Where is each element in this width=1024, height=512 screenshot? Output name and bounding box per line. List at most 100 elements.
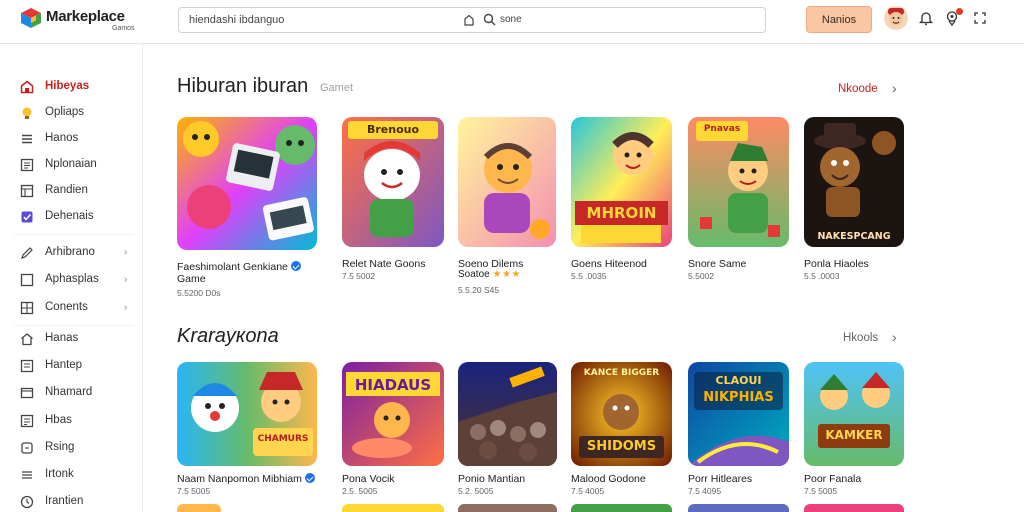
- game-thumbnail[interactable]: [177, 117, 317, 250]
- game-meta: 2.5. 5005: [342, 486, 378, 496]
- sidebar-item-list[interactable]: Nplonaian: [0, 154, 142, 176]
- game-thumbnail[interactable]: CLAOUI NIKPHIAS: [688, 362, 789, 466]
- game-title[interactable]: Porr Hitleares: [688, 473, 752, 485]
- sidebar-item-tag[interactable]: Rsing: [0, 437, 142, 459]
- check-icon: [21, 211, 33, 223]
- game-title[interactable]: Ponio Mantian: [458, 473, 525, 485]
- game-card[interactable]: Pnavas Snore Same 5.5002: [688, 117, 789, 297]
- game-card-peek[interactable]: [177, 504, 221, 512]
- game-card[interactable]: Soeno Dilems Soatoe ★★★ 5.5.20 S45: [458, 117, 556, 297]
- thumb-label: NIKPHIAS: [703, 390, 774, 405]
- sidebar-item-grid[interactable]: Randien: [0, 180, 142, 202]
- thumb-label: Brenouo: [366, 123, 420, 136]
- avatar[interactable]: [884, 6, 908, 30]
- game-card-peek[interactable]: [342, 504, 444, 512]
- menu-icon: [22, 471, 32, 479]
- sidebar-item-menu-2[interactable]: Irtonk: [0, 464, 142, 486]
- notification-badge: [956, 8, 963, 15]
- primary-button[interactable]: Nanios: [806, 6, 872, 33]
- game-title[interactable]: Malood Godone: [571, 473, 646, 485]
- sidebar-item-ideas[interactable]: Opliaps: [0, 102, 142, 124]
- search-scope[interactable]: sone: [500, 14, 522, 25]
- chevron-right-icon[interactable]: ›: [892, 329, 897, 345]
- game-title[interactable]: Pona Vocik: [342, 473, 395, 485]
- search-icon[interactable]: [483, 13, 496, 26]
- list-icon: [20, 414, 34, 428]
- game-art: [804, 117, 904, 247]
- game-meta: 5.5 .0003: [804, 271, 840, 281]
- sidebar-item-list-2[interactable]: Hantep: [0, 355, 142, 377]
- game-thumbnail[interactable]: KANCE BIGGER SHIDOMS: [571, 362, 672, 466]
- square-icon: [20, 273, 34, 287]
- sidebar-item-square[interactable]: Aphasplas ›: [0, 269, 142, 291]
- game-title[interactable]: Ponla Hiaoles: [804, 258, 869, 270]
- game-meta: 5.5.20 S45: [458, 285, 500, 295]
- section-more-link[interactable]: Hkools: [843, 332, 878, 344]
- game-card[interactable]: CLAOUI NIKPHIAS Porr Hitleares 7.5 4095: [688, 362, 789, 512]
- game-card-peek[interactable]: [571, 504, 672, 512]
- game-title-line2: Game: [177, 273, 206, 285]
- brand-name[interactable]: Markeplace: [46, 8, 125, 25]
- game-thumbnail[interactable]: NAKESPCANG: [804, 117, 904, 247]
- game-card-peek[interactable]: [804, 504, 904, 512]
- game-subtitle-text: Soatoe: [458, 269, 490, 280]
- sidebar-item-label: Dehenais: [45, 210, 94, 222]
- sidebar-item-menu[interactable]: Hanos: [0, 128, 142, 150]
- game-card-peek[interactable]: [688, 504, 789, 512]
- game-card[interactable]: CHAMURS Naam Nanpomon Mibhiam 7.5 5005: [177, 362, 317, 512]
- game-thumbnail[interactable]: KAMKER: [804, 362, 904, 466]
- game-thumbnail[interactable]: Pnavas: [688, 117, 789, 247]
- sidebar-item-home-2[interactable]: Hanas: [0, 328, 142, 350]
- section-more-link[interactable]: Nkoode: [838, 83, 878, 95]
- game-card[interactable]: HIADAUS Pona Vocik 2.5. 5005: [342, 362, 444, 512]
- game-card[interactable]: KANCE BIGGER SHIDOMS Malood Godone 7.5 4…: [571, 362, 672, 512]
- game-card[interactable]: Faeshimolant Genkiane Game 5.5200 D0s: [177, 117, 317, 298]
- section-title: Krarayкona: [177, 325, 279, 347]
- game-title[interactable]: Naam Nanpomon Mibhiam: [177, 473, 315, 485]
- sidebar-item-edit[interactable]: Arhibrano ›: [0, 242, 142, 264]
- avatar-face-icon: [888, 8, 904, 26]
- game-title[interactable]: Poor Fanala: [804, 473, 861, 485]
- game-title-text: Naam Nanpomon Mibhiam: [177, 473, 302, 485]
- game-card-peek[interactable]: [458, 504, 557, 512]
- game-card[interactable]: KAMKER Poor Fanala 7.5 5005: [804, 362, 904, 512]
- sidebar-item-clock[interactable]: Irantien: [0, 491, 142, 512]
- thumb-label: HIADAUS: [354, 376, 432, 394]
- game-thumbnail[interactable]: MHROIN: [571, 117, 672, 247]
- sidebar-item-window[interactable]: Nhamard: [0, 382, 142, 404]
- expand-icon[interactable]: [972, 10, 988, 26]
- verified-badge-icon: [290, 261, 301, 271]
- sidebar-item-label: Hantep: [45, 359, 83, 371]
- game-title[interactable]: Snore Same: [688, 258, 746, 270]
- game-title[interactable]: Relet Nate Goons: [342, 258, 425, 270]
- search-input[interactable]: hiendashi ibdanguo: [189, 14, 284, 26]
- game-title[interactable]: Goens Hiteenod: [571, 258, 647, 270]
- game-card[interactable]: Ponio Mantian 5.2. 5005: [458, 362, 557, 512]
- list-icon: [20, 359, 34, 373]
- chevron-right-icon: ›: [124, 302, 128, 313]
- game-title[interactable]: Faeshimolant Genkiane: [177, 261, 301, 273]
- marketplace-logo-icon[interactable]: [20, 7, 42, 29]
- search-bar[interactable]: hiendashi ibdanguo sone: [178, 7, 766, 33]
- game-thumbnail[interactable]: Brenouo: [342, 117, 444, 247]
- sidebar-item-check[interactable]: Dehenais: [0, 206, 142, 228]
- chevron-right-icon[interactable]: ›: [892, 80, 897, 96]
- chevron-right-icon: ›: [124, 247, 128, 258]
- game-meta: 5.2. 5005: [458, 486, 494, 496]
- game-thumbnail[interactable]: HIADAUS: [342, 362, 444, 466]
- sidebar-item-label: Hibeyas: [45, 80, 90, 92]
- sidebar-item-list-3[interactable]: Hbas: [0, 410, 142, 432]
- game-thumbnail[interactable]: [458, 117, 556, 247]
- game-thumbnail[interactable]: [458, 362, 557, 466]
- game-card[interactable]: NAKESPCANG Ponla Hiaoles 5.5 .0003: [804, 117, 904, 297]
- sidebar-item-home[interactable]: Hibeyas: [0, 76, 142, 98]
- home-icon[interactable]: [463, 14, 475, 26]
- sidebar-item-label: Hanos: [45, 132, 79, 144]
- game-card[interactable]: MHROIN Goens Hiteenod 5.5 .0035: [571, 117, 672, 297]
- game-thumbnail[interactable]: CHAMURS: [177, 362, 317, 466]
- bell-icon[interactable]: [918, 10, 934, 26]
- sidebar-item-contents[interactable]: Conents ›: [0, 297, 142, 319]
- game-title-text: Faeshimolant Genkiane: [177, 261, 288, 273]
- game-meta: 5.5002: [688, 271, 714, 281]
- game-card[interactable]: Brenouo Relet Nate Goons 7.5 5002: [342, 117, 444, 297]
